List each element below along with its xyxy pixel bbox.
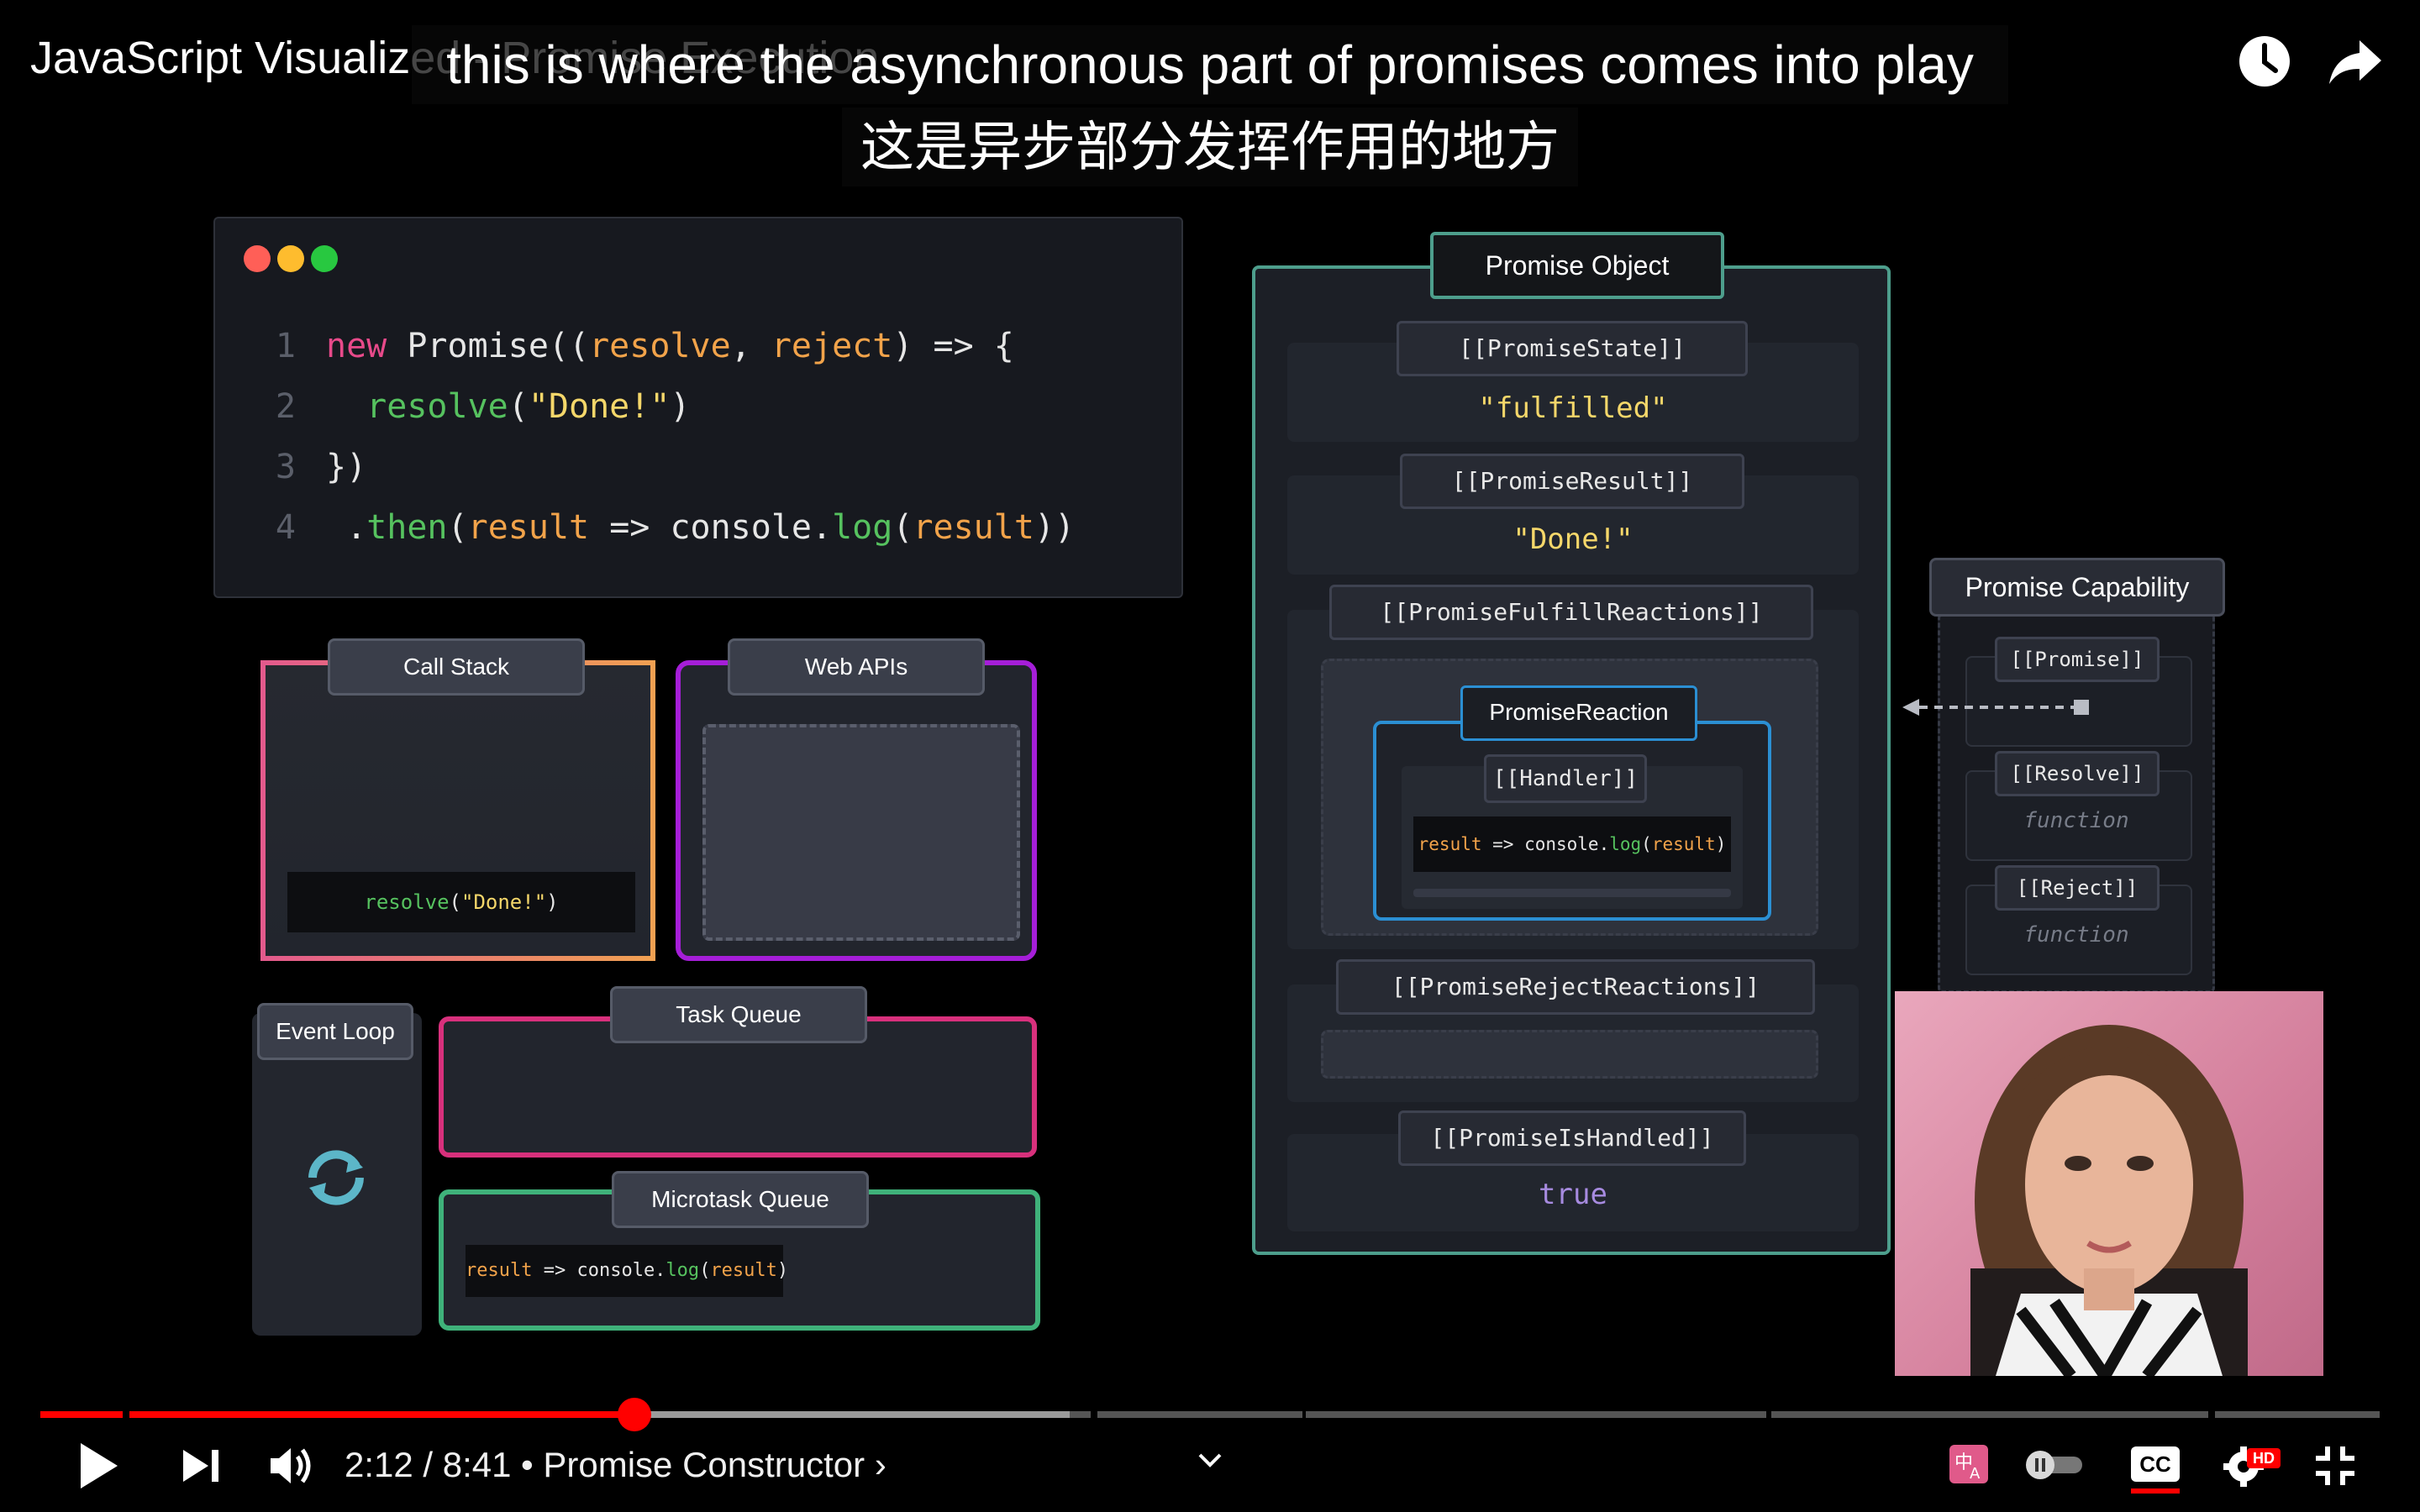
progress-track-2[interactable]	[1097, 1411, 1302, 1418]
autoplay-toggle[interactable]	[2022, 1450, 2086, 1480]
capability-reject-label: [[Reject]]	[1995, 865, 2160, 911]
promise-is-handled-value: true	[1539, 1178, 1607, 1211]
code-line-3: 3})	[275, 448, 367, 486]
exit-fullscreen-icon[interactable]	[2312, 1443, 2358, 1488]
webcam-overlay	[1895, 991, 2323, 1376]
progress-track-3[interactable]	[1306, 1411, 1766, 1418]
promise-object-title: Promise Object	[1430, 232, 1724, 299]
promise-result-value: "Done!"	[1512, 522, 1634, 556]
time-current: 2:12	[345, 1445, 413, 1484]
progress-track-4[interactable]	[1771, 1411, 2208, 1418]
translate-icon[interactable]: 中A	[1949, 1445, 1988, 1483]
progress-track-5[interactable]	[2215, 1411, 2380, 1418]
web-apis-dropzone	[702, 724, 1020, 941]
promise-fulfill-reactions-label: [[PromiseFulfillReactions]]	[1329, 585, 1813, 640]
event-loop-panel	[252, 1013, 422, 1336]
capability-promise-label: [[Promise]]	[1995, 637, 2160, 682]
code-line-1: 1 new Promise((resolve, reject) => {	[275, 327, 1014, 365]
microtask-queue-title: Microtask Queue	[612, 1171, 869, 1228]
time-separator: /	[423, 1445, 434, 1484]
progress-played	[40, 1411, 635, 1418]
captions-active-indicator	[2131, 1488, 2180, 1494]
clock-icon[interactable]	[2235, 32, 2294, 91]
captions-icon[interactable]: CC	[2131, 1446, 2180, 1482]
promise-reject-reactions-label: [[PromiseRejectReactions]]	[1336, 959, 1815, 1015]
promise-is-handled-label: [[PromiseIsHandled]]	[1398, 1110, 1746, 1166]
promise-reaction-title: PromiseReaction	[1460, 685, 1697, 741]
call-stack-frame: resolve("Done!")	[287, 872, 635, 932]
capability-resolve-value: function	[2023, 808, 2129, 833]
promise-state-label: [[PromiseState]]	[1397, 321, 1748, 376]
promise-reaction-card: result => console.log(result)	[1373, 721, 1771, 921]
time-total: 8:41	[442, 1445, 512, 1484]
progress-scrubber[interactable]	[618, 1398, 652, 1431]
call-stack-panel: resolve("Done!")	[260, 660, 655, 961]
play-icon[interactable]	[74, 1440, 124, 1492]
promise-result-label: [[PromiseResult]]	[1400, 454, 1744, 509]
caption-line-english: this is where the asynchronous part of p…	[412, 25, 2008, 104]
web-apis-panel	[676, 660, 1037, 961]
share-icon[interactable]	[2326, 32, 2385, 91]
event-loop-title: Event Loop	[257, 1003, 413, 1060]
window-maximize-dot	[311, 245, 338, 272]
code-line-2: 2 resolve("Done!")	[275, 387, 691, 426]
handler-bar	[1413, 889, 1731, 897]
handler-code: result => console.log(result)	[1413, 816, 1731, 872]
promise-capability-title: Promise Capability	[1929, 558, 2225, 617]
chevron-down-icon[interactable]	[1195, 1450, 1225, 1470]
window-minimize-dot	[277, 245, 304, 272]
capability-reject-value: function	[2023, 922, 2129, 948]
volume-icon[interactable]	[267, 1443, 314, 1488]
code-line-4: 4 .then(result => console.log(result))	[275, 508, 1076, 547]
window-close-dot	[244, 245, 271, 272]
code-window: 1 new Promise((resolve, reject) => { 2 re…	[213, 217, 1183, 598]
capability-pointer-arrow	[1901, 697, 2094, 717]
chapter-gap	[123, 1410, 129, 1420]
web-apis-title: Web APIs	[728, 638, 985, 696]
time-display: 2:12 / 8:41	[345, 1445, 512, 1485]
handler-label: [[Handler]]	[1484, 754, 1647, 803]
task-queue-title: Task Queue	[610, 986, 867, 1043]
promise-state-value: "fulfilled"	[1478, 391, 1668, 425]
chapter-title-button[interactable]: • Promise Constructor ›	[521, 1445, 886, 1485]
next-icon[interactable]	[180, 1446, 222, 1485]
hd-badge: HD	[2247, 1448, 2281, 1468]
capability-resolve-label: [[Resolve]]	[1995, 751, 2160, 796]
microtask-item: result => console.log(result)	[466, 1245, 788, 1297]
promise-object-panel: [[PromiseState]] "fulfilled" [[PromiseRe…	[1252, 265, 1891, 1255]
svg-text:A: A	[1970, 1465, 1981, 1483]
reject-reactions-list	[1321, 1030, 1818, 1079]
refresh-icon	[301, 1142, 371, 1213]
caption-line-chinese: 这是异步部分发挥作用的地方	[842, 108, 1578, 186]
call-stack-title: Call Stack	[328, 638, 585, 696]
